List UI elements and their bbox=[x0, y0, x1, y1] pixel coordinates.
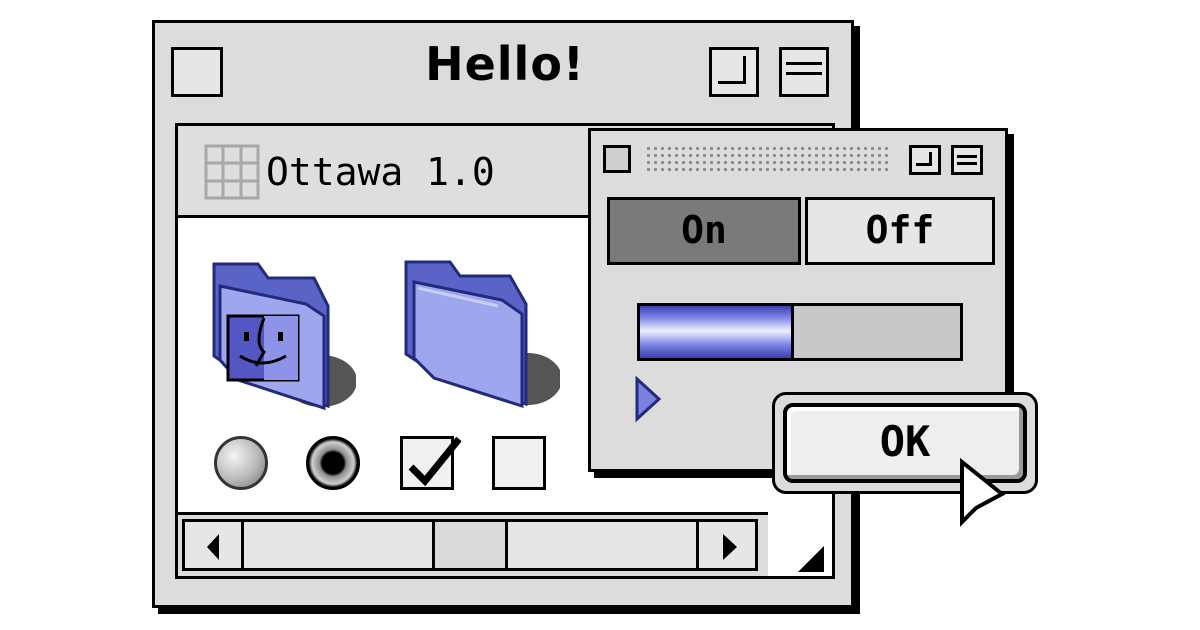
checkmark-icon bbox=[408, 436, 461, 487]
drag-bar[interactable] bbox=[645, 145, 891, 173]
zoom-box-icon[interactable] bbox=[909, 145, 941, 175]
horizontal-scrollbar[interactable] bbox=[178, 512, 768, 576]
close-box-icon[interactable] bbox=[171, 47, 223, 97]
close-box-icon[interactable] bbox=[603, 145, 631, 173]
collapse-box-icon[interactable] bbox=[951, 145, 983, 175]
pointer-cursor-icon bbox=[960, 458, 1006, 527]
scroll-right-arrow-icon[interactable] bbox=[696, 519, 758, 571]
zoom-box-icon[interactable] bbox=[709, 47, 759, 97]
progress-bar-fill bbox=[640, 306, 794, 358]
radio-button-selected[interactable] bbox=[306, 436, 360, 490]
finder-folder-icon[interactable] bbox=[206, 256, 356, 416]
segment-on-button[interactable]: On bbox=[607, 197, 801, 265]
segment-off-button[interactable]: Off bbox=[805, 197, 995, 265]
folder-icon[interactable] bbox=[400, 254, 560, 414]
checkbox-checked[interactable] bbox=[400, 436, 461, 490]
resize-grip-icon[interactable] bbox=[796, 544, 826, 574]
window-title: Hello! bbox=[425, 37, 585, 91]
collapse-box-icon[interactable] bbox=[779, 47, 829, 97]
scroll-thumb[interactable] bbox=[432, 519, 508, 571]
disclosure-triangle-icon[interactable] bbox=[633, 375, 663, 425]
progress-bar bbox=[637, 303, 963, 361]
scroll-left-arrow-icon[interactable] bbox=[182, 519, 244, 571]
checkbox-unchecked[interactable] bbox=[492, 436, 546, 490]
app-title: Ottawa 1.0 bbox=[266, 150, 495, 194]
radio-button-unselected[interactable] bbox=[214, 436, 268, 490]
grid-icon bbox=[204, 144, 260, 200]
